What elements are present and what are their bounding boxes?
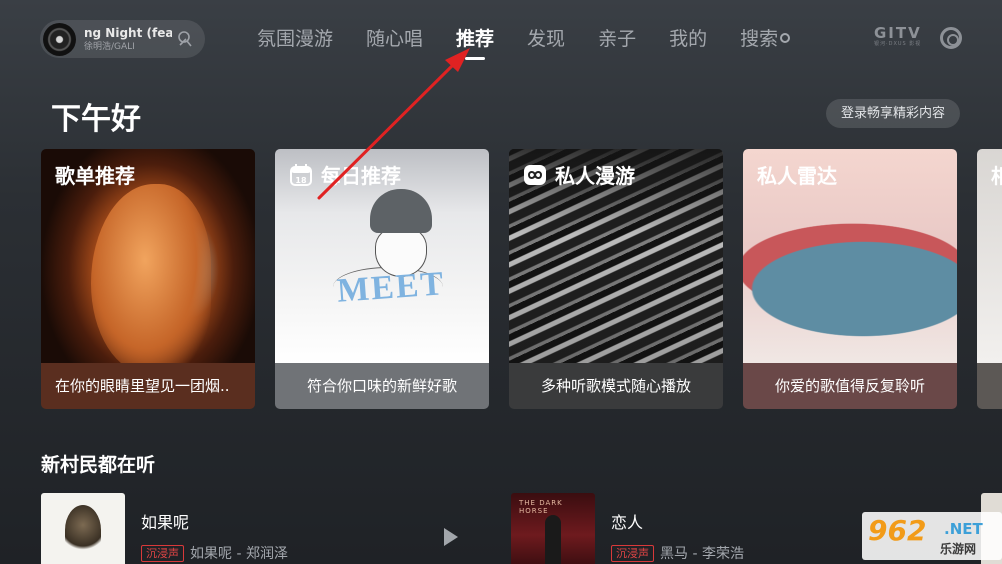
- watermark-text: 乐游网: [940, 542, 977, 556]
- card-subtitle: 符合你口味的新鲜好歌: [275, 363, 489, 409]
- section-title: 新村民都在听: [41, 454, 156, 476]
- card-subtitle: 多种听歌模式随心播放: [509, 363, 723, 409]
- card-playlist-recommend[interactable]: 歌单推荐 在你的眼睛里望见一团烟..: [41, 149, 255, 409]
- tab-discover[interactable]: 发现: [527, 26, 565, 56]
- card-title-text: 每日推荐: [321, 164, 401, 188]
- song-cover: [41, 493, 125, 564]
- now-playing-pill[interactable]: ng Night (feat. 徐明浩/GALI: [40, 20, 205, 58]
- brand-ring-icon: [940, 27, 962, 49]
- cover-figure: [545, 515, 561, 564]
- top-nav: 氛围漫游 随心唱 推荐 发现 亲子 我的 搜索: [257, 26, 823, 60]
- calendar-icon: 18: [290, 163, 312, 186]
- card-subtitle: 在你的眼睛里望见一团烟..: [41, 363, 255, 409]
- art-text: MEET: [335, 265, 447, 310]
- watermark-number: 962: [868, 514, 927, 547]
- tab-kids[interactable]: 亲子: [598, 26, 636, 56]
- cover-art: [65, 505, 101, 555]
- card-title-text: 私人雷达: [757, 164, 837, 188]
- illustration-hat: [370, 189, 432, 233]
- album-disc-icon: [43, 22, 76, 56]
- share-icon[interactable]: [177, 30, 193, 48]
- card-private-radar[interactable]: 私人雷达 你爱的歌值得反复聆听: [743, 149, 957, 409]
- song-name: 恋人: [611, 513, 644, 532]
- tab-search-label: 搜索: [740, 28, 779, 50]
- card-title: 18 每日推荐: [289, 160, 401, 189]
- tab-ambient-roaming[interactable]: 氛围漫游: [257, 26, 333, 56]
- card-daily-recommend[interactable]: MEET 18 每日推荐 符合你口味的新鲜好歌: [275, 149, 489, 409]
- card-title: 私人雷达: [757, 160, 837, 189]
- song-name: 如果呢: [141, 513, 190, 532]
- now-playing-text: ng Night (feat. 徐明浩/GALI: [84, 26, 172, 53]
- brand-name: GITV: [874, 24, 922, 42]
- tab-sing-along[interactable]: 随心唱: [366, 26, 423, 56]
- song-album-artist: 如果呢 - 郑润泽: [190, 546, 288, 562]
- card-private-roaming[interactable]: 私人漫游 多种听歌模式随心播放: [509, 149, 723, 409]
- tab-search[interactable]: 搜索: [740, 26, 791, 56]
- brand-sub: 银河·DXUS 影视: [874, 41, 922, 47]
- card-title-text: 歌单推荐: [55, 164, 135, 188]
- watermark-net: .NET: [944, 520, 983, 538]
- song-cover: THE DARK HORSE: [511, 493, 595, 564]
- now-playing-title: ng Night (feat.: [84, 25, 172, 40]
- tab-mine[interactable]: 我的: [669, 26, 707, 56]
- card-subtitle: [977, 363, 1002, 409]
- card-title-text: 私人漫游: [555, 164, 635, 188]
- calendar-day: 18: [295, 176, 307, 185]
- card-subtitle: 你爱的歌值得反复聆听: [743, 363, 957, 409]
- brand-logo: GITV 银河·DXUS 影视: [874, 26, 936, 50]
- card-partial[interactable]: 相: [977, 149, 1002, 409]
- card-title: 歌单推荐: [55, 160, 135, 189]
- login-button[interactable]: 登录畅享精彩内容: [826, 99, 960, 128]
- portrait-art: [91, 184, 211, 374]
- song-meta: 沉浸声 如果呢 - 郑润泽: [141, 543, 288, 563]
- tab-recommend[interactable]: 推荐: [456, 26, 494, 60]
- card-title: 私人漫游: [523, 160, 635, 189]
- song-album-artist: 黑马 - 李荣浩: [660, 546, 744, 562]
- card-title-text: 相: [991, 164, 1002, 188]
- song-meta: 沉浸声 黑马 - 李荣浩: [611, 543, 744, 563]
- cover-text: THE DARK HORSE: [519, 499, 563, 515]
- search-icon: [780, 33, 791, 43]
- greeting: 下午好: [51, 102, 141, 137]
- immersive-badge: 沉浸声: [141, 544, 184, 562]
- site-watermark: 962 .NET 乐游网: [862, 512, 1002, 560]
- card-title: 相: [991, 160, 1002, 189]
- play-icon[interactable]: [444, 528, 458, 546]
- now-playing-artist: 徐明浩/GALI: [84, 41, 135, 52]
- infinity-icon: [524, 164, 546, 185]
- immersive-badge: 沉浸声: [611, 544, 654, 562]
